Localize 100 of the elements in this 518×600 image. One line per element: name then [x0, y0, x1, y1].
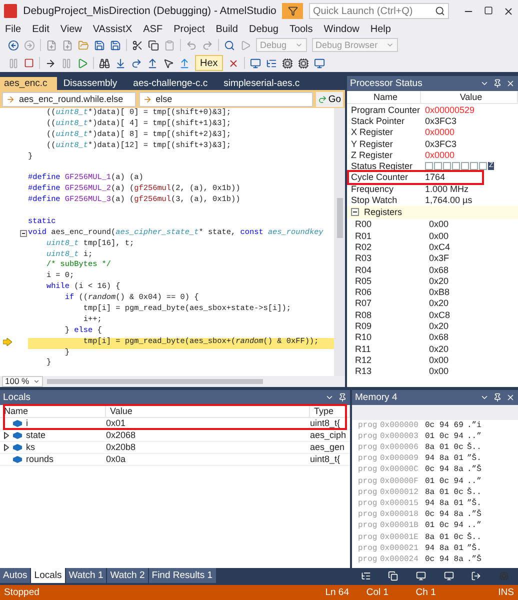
- show-next-icon[interactable]: [179, 58, 190, 68]
- step-into-icon[interactable]: [115, 58, 126, 68]
- step-out-icon[interactable]: [147, 58, 158, 68]
- memory-ascii: Š..: [467, 532, 482, 542]
- panel-tab[interactable]: Watch 2: [107, 568, 148, 584]
- device-icon[interactable]: [250, 58, 261, 68]
- register-value: 0x20: [429, 276, 450, 286]
- menu-item[interactable]: File: [5, 24, 22, 34]
- pin-icon[interactable]: [493, 79, 502, 88]
- expand-arrow-icon[interactable]: [4, 432, 9, 439]
- quick-launch-field[interactable]: Quick Launch (Ctrl+Q): [309, 3, 449, 19]
- memory-space: prog: [358, 532, 378, 542]
- memory-address: 0x000024: [380, 554, 420, 564]
- stop-icon[interactable]: [24, 58, 34, 68]
- collapse-icon[interactable]: [20, 230, 27, 237]
- close-icon[interactable]: [506, 392, 515, 402]
- memory-address: 0x00001B: [380, 521, 420, 530]
- back-icon[interactable]: [8, 40, 19, 50]
- register-name: Status Register: [351, 161, 414, 172]
- menu-item[interactable]: Debug: [248, 24, 278, 34]
- column-header[interactable]: Value: [421, 91, 518, 103]
- panel-tab[interactable]: Autos: [0, 568, 30, 584]
- document-tab[interactable]: aes-challenge-c.c: [129, 77, 218, 90]
- memory-bytes: 0c 94 8a: [425, 510, 464, 520]
- exit-icon[interactable]: [471, 570, 482, 581]
- char-number: Ch 1: [416, 587, 437, 598]
- filter-button[interactable]: [282, 3, 303, 19]
- menu-item[interactable]: Project: [174, 24, 205, 34]
- variable-name: i: [26, 418, 28, 428]
- list-icon[interactable]: [266, 58, 277, 68]
- scope-dropdown[interactable]: aes_enc_round.while.else: [2, 92, 136, 106]
- memory-bytes: 94 8a 01: [425, 544, 464, 553]
- maximize-icon[interactable]: [484, 6, 493, 14]
- save-icon[interactable]: [94, 40, 105, 50]
- pin-icon[interactable]: [493, 392, 502, 402]
- register-name: Frequency: [351, 184, 395, 194]
- menu-item[interactable]: Help: [370, 24, 391, 34]
- close-icon[interactable]: [503, 6, 514, 16]
- variable-name: state: [26, 430, 46, 440]
- memory-address: 0x00001E: [380, 532, 420, 542]
- list-icon[interactable]: [360, 570, 371, 581]
- copy-icon[interactable]: [148, 40, 159, 50]
- register-value: 0x00: [429, 354, 450, 365]
- group-label: Registers: [364, 207, 402, 218]
- register-name: X Register: [351, 127, 394, 138]
- menu-item[interactable]: ASF: [143, 24, 163, 34]
- menu-item[interactable]: Edit: [32, 24, 50, 34]
- menu-item[interactable]: Window: [324, 24, 360, 34]
- panel-tab[interactable]: Watch 1: [66, 568, 106, 584]
- document-tab[interactable]: aes_enc.c: [0, 77, 58, 90]
- menu-item[interactable]: Build: [216, 24, 238, 34]
- column-header[interactable]: Type: [310, 404, 350, 417]
- windows-icon[interactable]: [388, 570, 398, 581]
- panel-tab[interactable]: Locals: [31, 568, 65, 584]
- register-name: R04: [355, 264, 373, 274]
- variable-name: ks: [26, 442, 35, 452]
- menu-item[interactable]: View: [60, 24, 82, 34]
- start-icon[interactable]: [240, 40, 251, 50]
- dropdown-icon[interactable]: [480, 79, 489, 88]
- menu-item[interactable]: VAssistX: [92, 24, 132, 34]
- window-icon[interactable]: [314, 58, 325, 68]
- binoculars-icon[interactable]: [99, 58, 110, 68]
- variable-type: aes_gen: [310, 442, 346, 452]
- save-all-icon[interactable]: [110, 40, 121, 50]
- register-name: R11: [355, 344, 372, 354]
- memory-bytes: 94 8a 01: [425, 454, 464, 464]
- step-over-icon[interactable]: [131, 58, 142, 68]
- variable-type: aes_ciph: [310, 430, 348, 440]
- cut-icon[interactable]: [132, 40, 143, 50]
- column-header[interactable]: Value: [106, 404, 310, 417]
- step-icon[interactable]: [45, 58, 56, 68]
- memory-ascii: .”Š: [467, 465, 482, 474]
- pin-icon[interactable]: [338, 392, 347, 402]
- chip-icon[interactable]: [282, 58, 293, 68]
- document-tab[interactable]: Disassembly: [59, 77, 128, 90]
- screen-icon[interactable]: [444, 570, 454, 581]
- menu-item[interactable]: Tools: [289, 24, 313, 34]
- close-icon[interactable]: [506, 79, 515, 88]
- search-icon: [435, 6, 445, 16]
- horizontal-scrollbar[interactable]: [47, 378, 263, 384]
- collapse-icon[interactable]: [351, 208, 359, 216]
- panel-title: Processor Status: [350, 78, 424, 89]
- processor-icon[interactable]: [298, 58, 309, 68]
- find-icon[interactable]: [224, 40, 235, 50]
- window-icon[interactable]: [416, 570, 426, 581]
- continue-icon[interactable]: [77, 58, 88, 68]
- document-tab[interactable]: simpleserial-aes.c: [220, 77, 310, 90]
- zoom-dropdown[interactable]: 100 %: [2, 376, 44, 387]
- column-header[interactable]: Name: [347, 91, 421, 103]
- scrollbar[interactable]: [334, 108, 345, 376]
- clear-breakpoints-icon[interactable]: [228, 58, 239, 68]
- register-value: 1764: [425, 172, 446, 182]
- member-dropdown[interactable]: else: [138, 92, 314, 106]
- memory-bytes: 0c 94 8a: [425, 465, 464, 474]
- go-button[interactable]: Go: [316, 92, 343, 106]
- panel-tab[interactable]: Find Results 1: [148, 568, 216, 584]
- hex-button[interactable]: Hex: [195, 55, 223, 71]
- pointer-icon[interactable]: [163, 58, 174, 68]
- expand-arrow-icon[interactable]: [4, 444, 9, 451]
- memory-bytes: 0c 94 8a: [425, 554, 464, 564]
